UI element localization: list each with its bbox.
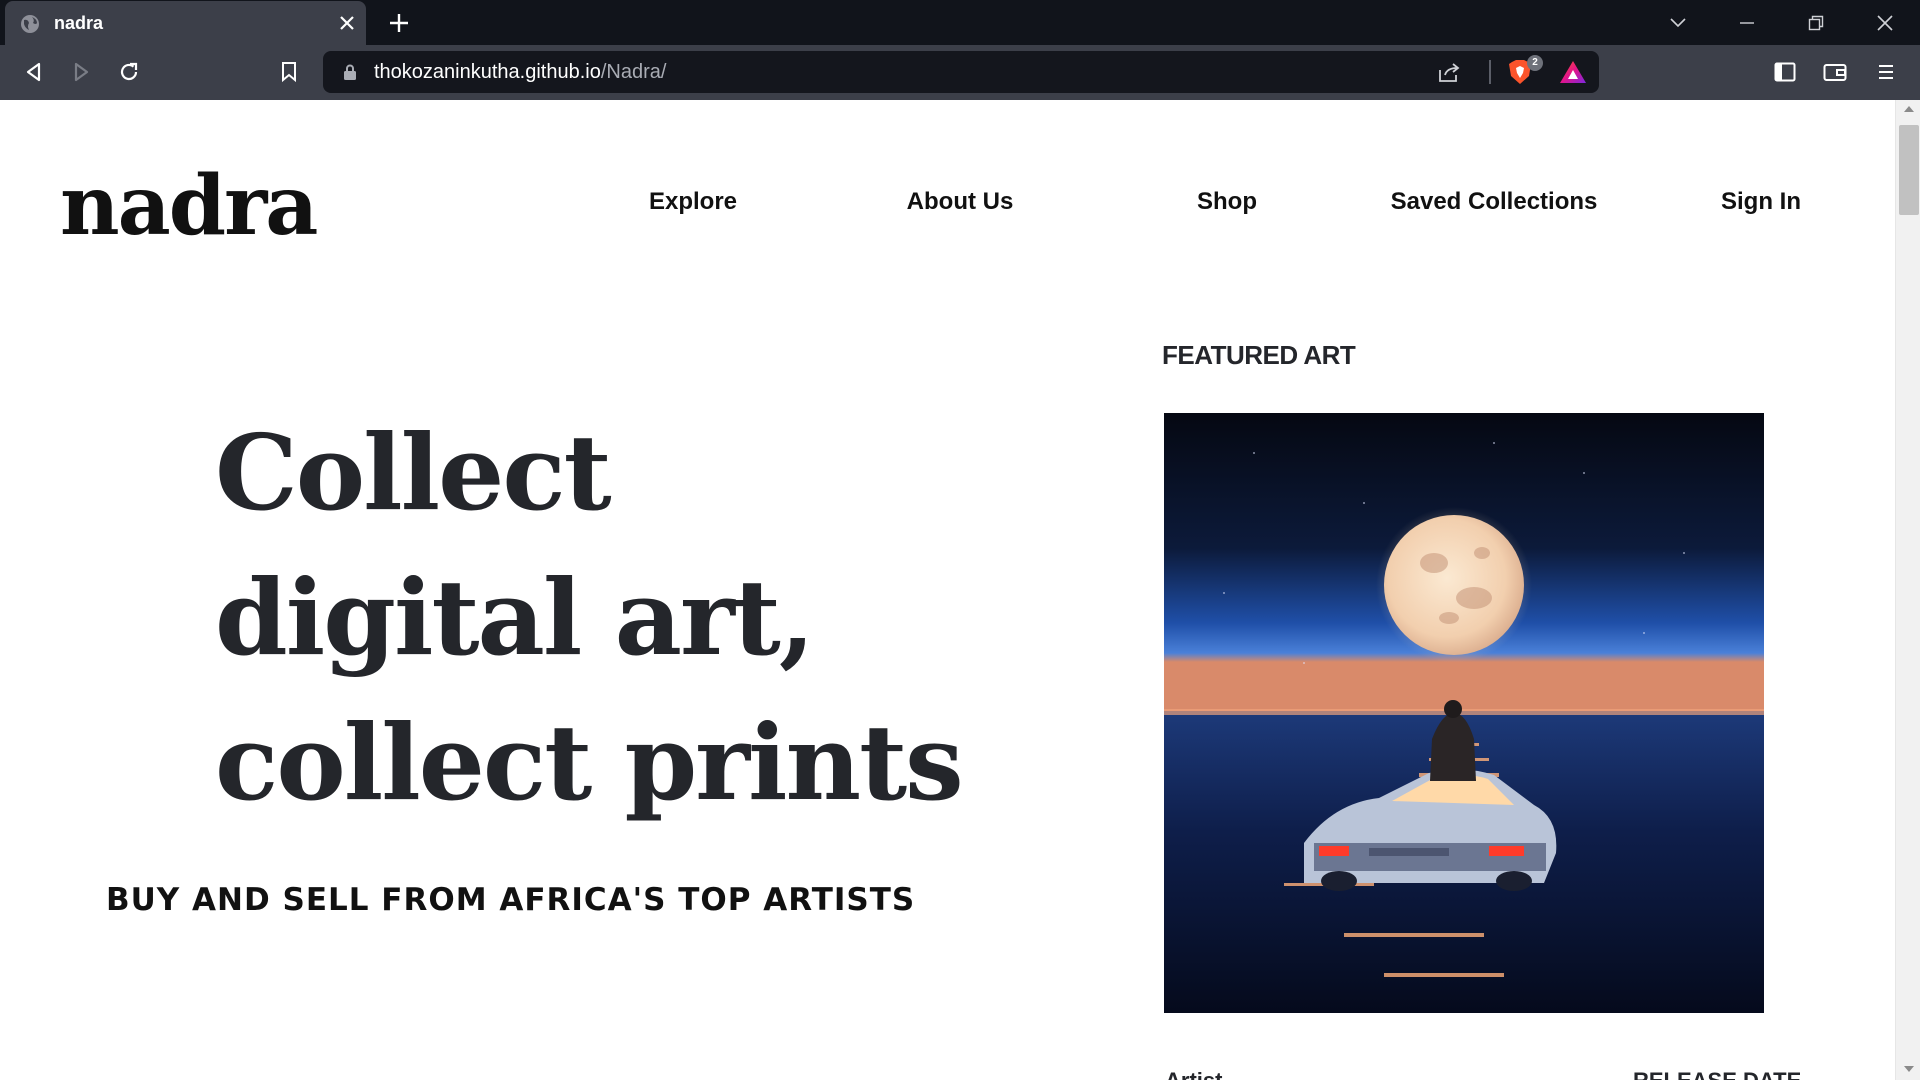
address-bar-separator (1489, 60, 1491, 84)
lock-icon (344, 64, 356, 80)
scroll-up-arrow-icon[interactable] (1904, 106, 1914, 112)
browser-tab[interactable]: nadra (5, 1, 366, 45)
url-text: thokozaninkutha.github.io/Nadra/ (374, 61, 666, 84)
back-icon[interactable] (19, 57, 49, 87)
close-window-icon[interactable] (1870, 8, 1900, 38)
hero-subtitle: BUY AND SELL FROM AFRICA'S TOP ARTISTS (106, 882, 916, 918)
close-tab-icon[interactable] (336, 12, 358, 34)
minimize-icon[interactable] (1732, 8, 1762, 38)
hero-title: Collect digital art, collect prints (215, 411, 964, 824)
release-date-label: RELEASE DATE (1633, 1068, 1801, 1080)
browser-toolbar: thokozaninkutha.github.io/Nadra/ 2 (0, 45, 1920, 100)
nav-shop[interactable]: Shop (1197, 188, 1257, 216)
share-icon[interactable] (1437, 61, 1461, 83)
nav-about-us[interactable]: About Us (907, 188, 1014, 216)
page-scrollbar[interactable] (1895, 100, 1920, 1080)
scroll-down-arrow-icon[interactable] (1904, 1066, 1914, 1072)
featured-artwork-image[interactable] (1164, 413, 1764, 1013)
url-host: thokozaninkutha.github.io (374, 61, 601, 83)
url-path: /Nadra/ (600, 61, 667, 83)
featured-art-label: FEATURED ART (1162, 340, 1356, 370)
menu-icon[interactable] (1871, 57, 1901, 87)
site-logo[interactable]: nadra (60, 158, 318, 254)
reload-icon[interactable] (114, 57, 144, 87)
tab-strip: nadra (0, 0, 1920, 45)
tab-search-chevron-icon[interactable] (1663, 8, 1693, 38)
restore-icon[interactable] (1801, 8, 1831, 38)
page-viewport: nadra Explore About Us Shop Saved Collec… (0, 100, 1895, 1080)
shields-count-badge: 2 (1527, 55, 1543, 71)
nav-explore[interactable]: Explore (649, 188, 737, 216)
scrollbar-thumb[interactable] (1899, 125, 1919, 215)
address-bar[interactable]: thokozaninkutha.github.io/Nadra/ 2 (323, 51, 1599, 93)
globe-icon (21, 15, 39, 33)
nav-saved-collections[interactable]: Saved Collections (1391, 188, 1598, 216)
nav-sign-in[interactable]: Sign In (1721, 188, 1801, 216)
new-tab-button[interactable] (386, 10, 412, 36)
bookmark-icon[interactable] (274, 57, 304, 87)
forward-icon[interactable] (66, 57, 96, 87)
artist-label: Artist (1165, 1068, 1222, 1080)
tab-title: nadra (54, 13, 104, 33)
sidebar-toggle-icon[interactable] (1770, 57, 1800, 87)
brave-rewards-icon[interactable] (1559, 59, 1587, 85)
wallet-icon[interactable] (1820, 57, 1850, 87)
